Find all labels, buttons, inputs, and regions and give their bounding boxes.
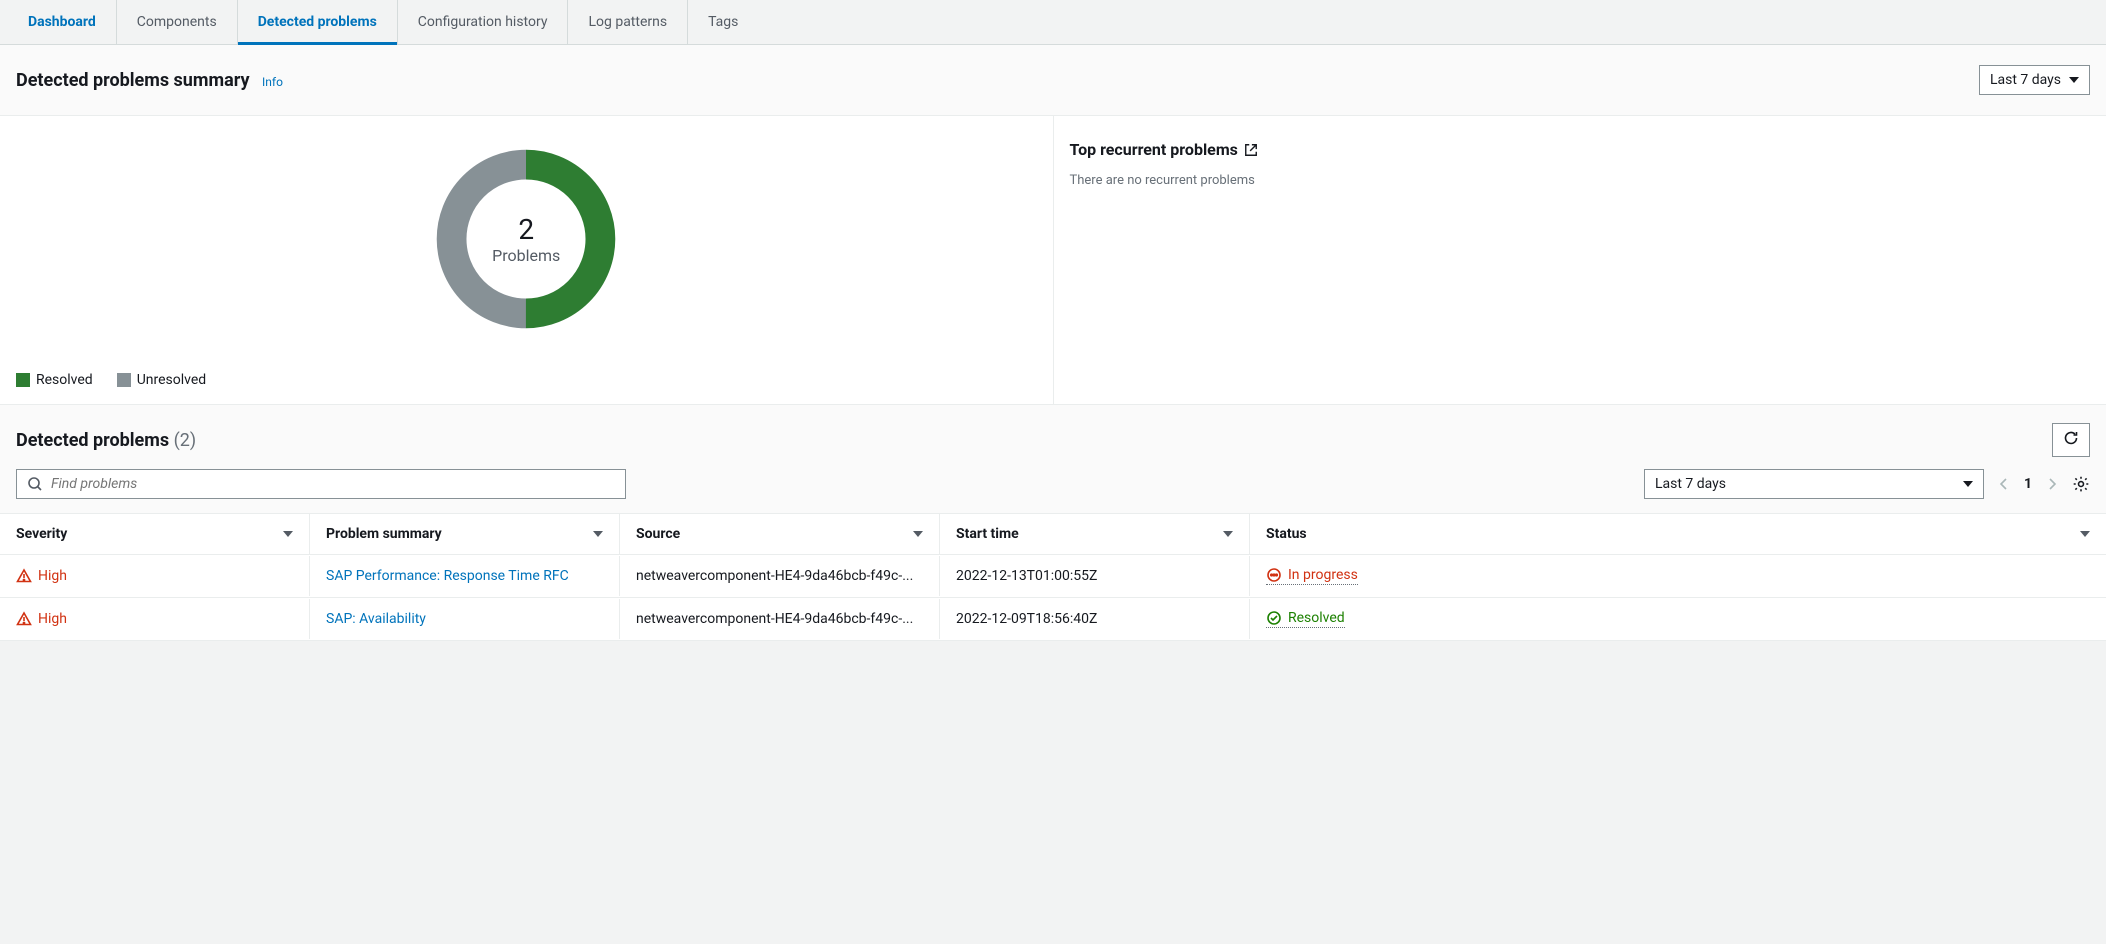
tab-configuration-history[interactable]: Configuration history xyxy=(398,0,569,44)
problem-summary-link[interactable]: SAP Performance: Response Time RFC xyxy=(326,568,569,584)
donut-wrap: 2 Problems xyxy=(16,146,1037,332)
chevron-down-icon xyxy=(1963,481,1973,487)
pager: 1 xyxy=(1996,476,2060,492)
problem-summary-link[interactable]: SAP: Availability xyxy=(326,611,426,627)
cell-source: netweavercomponent-HE4-9da46bcb-f49c-... xyxy=(620,599,940,639)
filter-icon[interactable] xyxy=(1223,531,1233,537)
problems-donut-chart: 2 Problems xyxy=(433,146,619,332)
settings-icon[interactable] xyxy=(2072,475,2090,493)
page-number: 1 xyxy=(2024,476,2032,492)
legend-swatch-resolved xyxy=(16,373,30,387)
status-badge: In progress xyxy=(1266,567,1358,585)
search-input[interactable] xyxy=(51,476,615,492)
external-link-icon[interactable] xyxy=(1244,143,1258,157)
status-icon xyxy=(1266,567,1282,583)
problems-title: Detected problems (2) xyxy=(16,430,196,451)
start-time-text: 2022-12-13T01:00:55Z xyxy=(956,568,1097,584)
problems-count: (2) xyxy=(174,430,197,451)
tab-log-patterns[interactable]: Log patterns xyxy=(568,0,688,44)
source-text: netweavercomponent-HE4-9da46bcb-f49c-... xyxy=(636,568,913,584)
tab-components[interactable]: Components xyxy=(117,0,238,44)
info-link[interactable]: Info xyxy=(262,75,283,89)
chevron-down-icon xyxy=(2069,77,2079,83)
col-header-status[interactable]: Status xyxy=(1250,514,2106,554)
refresh-button[interactable] xyxy=(2052,423,2090,457)
top-recurrent-pane: Top recurrent problems There are no recu… xyxy=(1054,116,2106,404)
legend-swatch-unresolved xyxy=(117,373,131,387)
problems-title-text: Detected problems xyxy=(16,430,169,451)
problems-header: Detected problems (2) xyxy=(0,405,2106,469)
warning-icon xyxy=(16,568,32,584)
tab-dashboard[interactable]: Dashboard xyxy=(8,0,117,44)
cell-severity: High xyxy=(0,599,310,639)
cell-start: 2022-12-13T01:00:55Z xyxy=(940,556,1250,596)
col-header-source[interactable]: Source xyxy=(620,514,940,554)
col-header-source-text: Source xyxy=(636,526,680,542)
cell-status: Resolved xyxy=(1250,598,2106,640)
filter-icon[interactable] xyxy=(283,531,293,537)
page-title: Detected problems summary Info xyxy=(16,70,283,91)
status-text: In progress xyxy=(1288,567,1358,583)
status-icon xyxy=(1266,610,1282,626)
status-badge: Resolved xyxy=(1266,610,1345,628)
severity-text: High xyxy=(38,568,67,584)
tab-bar: Dashboard Components Detected problems C… xyxy=(0,0,2106,45)
source-text: netweavercomponent-HE4-9da46bcb-f49c-... xyxy=(636,611,913,627)
filter-icon[interactable] xyxy=(2080,531,2090,537)
cell-status: In progress xyxy=(1250,555,2106,597)
top-recurrent-empty: There are no recurrent problems xyxy=(1070,173,2091,188)
table-row: High SAP Performance: Response Time RFC … xyxy=(0,555,2106,598)
cell-source: netweavercomponent-HE4-9da46bcb-f49c-... xyxy=(620,556,940,596)
filter-icon[interactable] xyxy=(593,531,603,537)
legend-resolved: Resolved xyxy=(16,372,93,388)
chart-legend: Resolved Unresolved xyxy=(16,372,1037,388)
legend-unresolved-label: Unresolved xyxy=(137,372,206,388)
time-range-selector[interactable]: Last 7 days xyxy=(1979,65,2090,95)
cell-start: 2022-12-09T18:56:40Z xyxy=(940,599,1250,639)
donut-center: 2 Problems xyxy=(433,146,619,332)
col-header-start-text: Start time xyxy=(956,526,1019,542)
severity-text: High xyxy=(38,611,67,627)
start-time-text: 2022-12-09T18:56:40Z xyxy=(956,611,1097,627)
filter-range-label: Last 7 days xyxy=(1655,476,1726,492)
next-page-icon[interactable] xyxy=(2044,476,2060,492)
problems-controls: Last 7 days 1 xyxy=(0,469,2106,514)
col-header-summary-text: Problem summary xyxy=(326,526,442,542)
search-icon xyxy=(27,476,43,492)
summary-header: Detected problems summary Info Last 7 da… xyxy=(0,45,2106,116)
donut-label: Problems xyxy=(492,246,560,265)
legend-unresolved: Unresolved xyxy=(117,372,206,388)
summary-title-text: Detected problems summary xyxy=(16,70,250,91)
tab-detected-problems[interactable]: Detected problems xyxy=(238,0,398,44)
tab-tags[interactable]: Tags xyxy=(688,0,758,44)
warning-icon xyxy=(16,611,32,627)
summary-content: 2 Problems Resolved Unresolved Top recur… xyxy=(0,116,2106,405)
cell-severity: High xyxy=(0,556,310,596)
cell-summary: SAP Performance: Response Time RFC xyxy=(310,556,620,596)
col-header-summary[interactable]: Problem summary xyxy=(310,514,620,554)
severity-badge: High xyxy=(16,611,67,627)
table-row: High SAP: Availability netweavercomponen… xyxy=(0,598,2106,641)
col-header-start[interactable]: Start time xyxy=(940,514,1250,554)
search-box[interactable] xyxy=(16,469,626,499)
col-header-severity[interactable]: Severity xyxy=(0,514,310,554)
problems-table: Severity Problem summary Source Start ti… xyxy=(0,514,2106,641)
col-header-severity-text: Severity xyxy=(16,526,67,542)
legend-resolved-label: Resolved xyxy=(36,372,93,388)
col-header-status-text: Status xyxy=(1266,526,1307,542)
donut-count: 2 xyxy=(518,213,534,246)
status-text: Resolved xyxy=(1288,610,1345,626)
donut-pane: 2 Problems Resolved Unresolved xyxy=(0,116,1054,404)
table-header: Severity Problem summary Source Start ti… xyxy=(0,514,2106,555)
severity-badge: High xyxy=(16,568,67,584)
prev-page-icon[interactable] xyxy=(1996,476,2012,492)
refresh-icon xyxy=(2063,430,2079,446)
top-recurrent-title-text: Top recurrent problems xyxy=(1070,140,1238,159)
filter-icon[interactable] xyxy=(913,531,923,537)
time-range-label: Last 7 days xyxy=(1990,72,2061,88)
cell-summary: SAP: Availability xyxy=(310,599,620,639)
filter-range-select[interactable]: Last 7 days xyxy=(1644,469,1984,499)
top-recurrent-title: Top recurrent problems xyxy=(1070,140,2091,159)
